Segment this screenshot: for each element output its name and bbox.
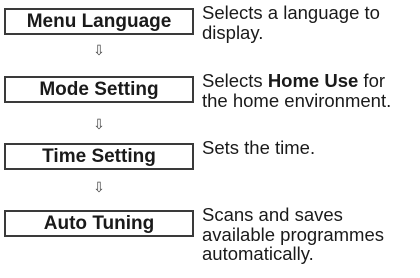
description-text: Selects [202,70,268,91]
description-line: the home environment. [202,89,392,111]
down-arrow-icon: ⇩ [93,42,105,58]
down-arrow-icon: ⇩ [93,116,105,132]
step-box-mode-setting: Mode Setting [4,76,194,103]
description-line: Selects a language to [202,2,380,23]
step-description-time-setting: Sets the time. [202,138,420,158]
step-description-auto-tuning: Scans and saves available programmes aut… [202,205,420,264]
description-line: Sets the time. [202,137,316,158]
description-bold-text: Home Use [267,70,359,91]
step-description-menu-language: Selects a language to display. [202,3,420,42]
step-box-auto-tuning: Auto Tuning [4,210,194,237]
description-line: Selects Home Use for [202,71,420,91]
step-description-mode-setting: Selects Home Use for the home environmen… [202,71,420,110]
description-line: automatically. [202,243,314,264]
step-box-time-setting: Time Setting [4,143,194,170]
description-line: available programmes [202,223,385,245]
description-line: Scans and saves [202,204,343,225]
description-text: for [358,70,386,91]
down-arrow-icon: ⇩ [93,179,105,195]
description-line: display. [202,21,264,43]
step-box-menu-language: Menu Language [4,8,194,35]
